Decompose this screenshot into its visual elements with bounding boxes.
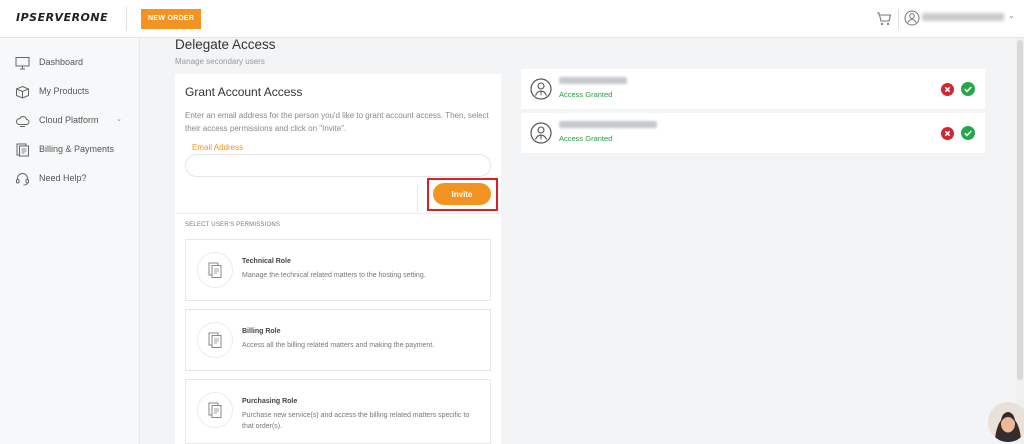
- permission-card-billing[interactable]: Billing Role Access all the billing rela…: [185, 309, 491, 371]
- permission-description: Purchase new service(s) and access the b…: [242, 412, 470, 430]
- sidebar-item-label: Billing & Payments: [39, 144, 115, 154]
- close-icon: [944, 130, 951, 137]
- logo-divider: [126, 7, 127, 31]
- sidebar-item-my-products[interactable]: My Products: [0, 81, 140, 103]
- sidebar-item-label: Need Help?: [39, 173, 87, 183]
- access-status: Access Granted: [559, 134, 613, 143]
- new-order-button[interactable]: NEW ORDER: [141, 9, 202, 29]
- cloud-icon: [15, 116, 30, 127]
- chevron-down-icon[interactable]: ⌄: [1008, 11, 1015, 20]
- remove-access-button[interactable]: [941, 83, 954, 96]
- top-bar: IPSERVERONE NEW ORDER ⌄: [0, 0, 1024, 38]
- permissions-heading: SELECT USER'S PERMISSIONS: [185, 222, 281, 228]
- page-subtitle: Manage secondary users: [175, 57, 265, 66]
- permission-card-purchasing[interactable]: Purchasing Role Purchase new service(s) …: [185, 379, 491, 444]
- headset-icon: [16, 173, 29, 186]
- permission-title: Purchasing Role: [242, 398, 298, 405]
- permission-icon-wrap: [197, 322, 233, 358]
- email-label: Email Address: [192, 143, 244, 152]
- permission-title: Billing Role: [242, 328, 281, 335]
- grant-description: Enter an email address for the person yo…: [185, 111, 489, 133]
- sidebar-item-dashboard[interactable]: Dashboard: [0, 52, 140, 74]
- document-icon: [208, 332, 222, 348]
- user-name-redacted: [559, 77, 627, 84]
- user-avatar-icon: [530, 122, 552, 144]
- sidebar-item-label: Dashboard: [39, 57, 84, 67]
- header-divider: [898, 9, 899, 29]
- box-icon: [16, 85, 29, 99]
- permission-title: Technical Role: [242, 258, 291, 265]
- section-divider: [175, 213, 501, 214]
- document-icon: [208, 402, 222, 418]
- document-icon: [208, 262, 222, 278]
- brand-logo[interactable]: IPSERVERONE: [16, 11, 108, 24]
- sidebar: Dashboard My Products Cloud Platform ⌄ B…: [0, 38, 140, 444]
- sidebar-item-billing-payments[interactable]: Billing & Payments: [0, 139, 140, 161]
- close-icon: [944, 86, 951, 93]
- access-list-item: Access Granted: [521, 113, 985, 153]
- divider: [417, 184, 418, 212]
- check-icon: [964, 86, 972, 93]
- access-status: Access Granted: [559, 90, 613, 99]
- support-agent-avatar-icon: [988, 402, 1024, 442]
- check-icon: [964, 130, 972, 137]
- grant-access-card: Grant Account Access Enter an email addr…: [175, 74, 501, 444]
- permission-card-technical[interactable]: Technical Role Manage the technical rela…: [185, 239, 491, 301]
- sidebar-item-label: Cloud Platform: [39, 115, 99, 125]
- email-field[interactable]: [185, 154, 491, 177]
- user-circle-icon[interactable]: [904, 10, 920, 26]
- chevron-down-icon[interactable]: ⌄: [116, 115, 122, 123]
- scrollbar-thumb[interactable]: [1017, 40, 1023, 380]
- invite-button[interactable]: Invite: [433, 183, 491, 205]
- user-name-redacted: [559, 121, 657, 128]
- user-avatar-icon: [530, 78, 552, 100]
- cart-icon[interactable]: [876, 11, 892, 27]
- access-list-item: Access Granted: [521, 69, 985, 109]
- page-title: Delegate Access: [175, 37, 276, 52]
- user-name-redacted[interactable]: [922, 13, 1004, 21]
- chat-support-avatar[interactable]: [988, 402, 1024, 442]
- sidebar-item-cloud-platform[interactable]: Cloud Platform ⌄: [0, 110, 140, 132]
- sidebar-item-need-help[interactable]: Need Help?: [0, 168, 140, 190]
- approve-access-button[interactable]: [961, 126, 975, 140]
- permission-icon-wrap: [197, 392, 233, 428]
- permission-description: Manage the technical related matters to …: [242, 272, 426, 279]
- remove-access-button[interactable]: [941, 127, 954, 140]
- billing-icon: [16, 143, 29, 157]
- sidebar-item-label: My Products: [39, 86, 90, 96]
- approve-access-button[interactable]: [961, 82, 975, 96]
- permission-description: Access all the billing related matters a…: [242, 342, 435, 349]
- grant-title: Grant Account Access: [185, 85, 303, 99]
- monitor-icon: [15, 57, 30, 70]
- permission-icon-wrap: [197, 252, 233, 288]
